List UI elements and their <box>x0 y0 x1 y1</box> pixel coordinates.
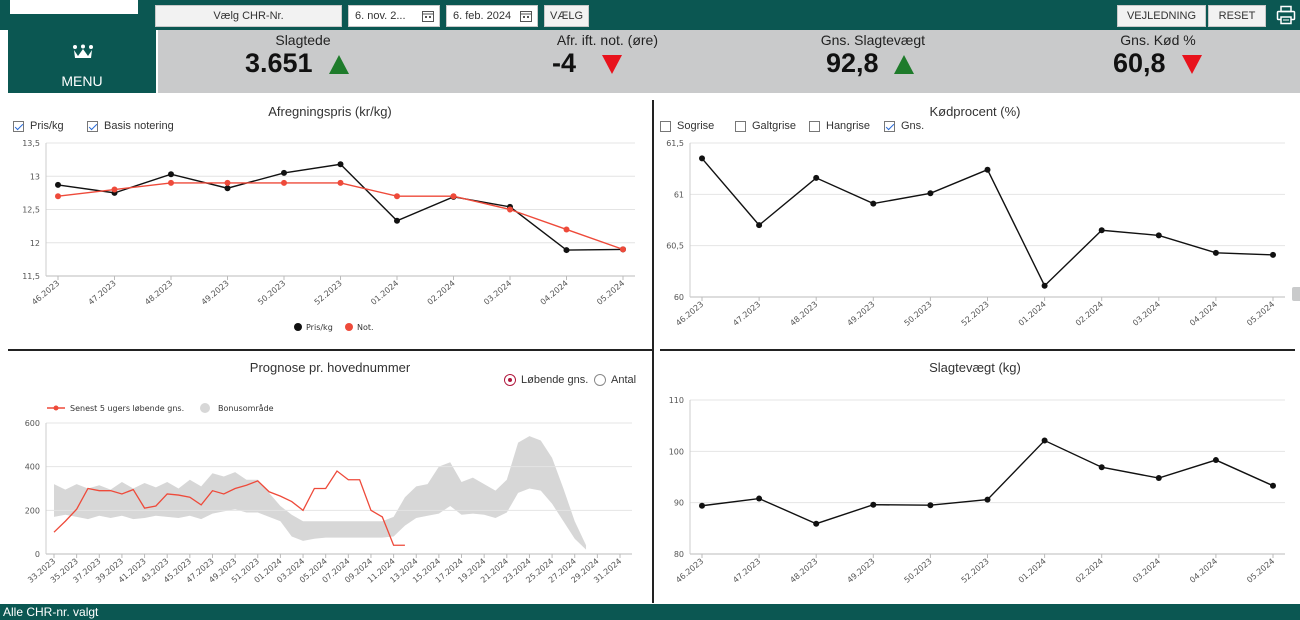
y-tick-label: 11,5 <box>22 272 40 281</box>
y-tick-label: 13 <box>30 172 40 181</box>
x-tick-label: 49.2023 <box>200 279 231 307</box>
y-tick-label: 13,5 <box>22 139 40 148</box>
x-tick-label: 01.2024 <box>369 279 400 307</box>
forecast-panel: Prognose pr. hovednummer Løbende gns. An… <box>8 352 652 602</box>
y-tick-label: 12,5 <box>22 206 40 215</box>
data-point <box>507 206 513 213</box>
legend-label: Not. <box>357 323 374 332</box>
x-tick-label: 03.2024 <box>482 279 513 307</box>
data-point <box>563 226 570 233</box>
checkbox-icon[interactable] <box>735 120 746 132</box>
x-tick-label: 46.2023 <box>30 279 61 307</box>
radio-label: Løbende gns. <box>521 374 589 386</box>
data-point <box>281 169 287 176</box>
checkbox-label: Sogrise <box>677 120 715 132</box>
legend-marker <box>294 323 302 331</box>
radio-count[interactable]: Antal <box>594 374 636 386</box>
data-point <box>563 247 570 254</box>
status-bar: Alle CHR-nr. valgt <box>0 604 1300 620</box>
series-line <box>57 182 624 251</box>
data-point <box>394 217 400 224</box>
legend-label: Pris/kg <box>306 323 333 332</box>
radio-label: Antal <box>611 374 637 386</box>
data-point <box>168 179 174 186</box>
data-point <box>55 181 61 188</box>
radio-icon[interactable] <box>504 374 516 386</box>
checkbox-boars[interactable]: Hangrise <box>809 120 870 132</box>
status-text: Alle CHR-nr. valgt <box>3 605 99 619</box>
data-point <box>55 193 61 200</box>
y-tick-label: 12 <box>30 239 40 248</box>
checkbox-label: Galtgrise <box>752 120 797 132</box>
x-tick-label: 02.2024 <box>426 279 457 307</box>
checkbox-icon[interactable] <box>809 120 820 132</box>
data-point <box>337 161 344 168</box>
radio-icon[interactable] <box>594 374 606 386</box>
weight-panel: Slagtevægt (kg) <box>655 352 1295 602</box>
series-line <box>57 163 624 251</box>
data-point <box>450 193 457 200</box>
legend-marker <box>345 323 353 331</box>
data-point <box>281 179 287 186</box>
data-point <box>111 186 118 193</box>
x-tick-label: 04.2024 <box>539 279 570 307</box>
x-tick-label: 50.2023 <box>256 279 287 307</box>
checkbox-icon[interactable] <box>660 120 671 132</box>
data-point <box>168 171 174 178</box>
checkbox-label: Hangrise <box>826 120 871 132</box>
panel-title: Kødprocent (%) <box>929 104 1021 119</box>
data-point <box>224 185 231 192</box>
x-tick-label: 05.2024 <box>595 279 626 307</box>
checkbox-sows[interactable]: Sogrise <box>660 120 714 132</box>
checkbox-icon[interactable] <box>884 120 895 132</box>
checkbox-average[interactable]: Gns. <box>884 120 924 132</box>
x-tick-label: 48.2023 <box>143 279 174 307</box>
data-point <box>620 246 626 253</box>
radio-running-average[interactable]: Løbende gns. <box>504 374 588 386</box>
checkbox-label: Gns. <box>901 120 925 132</box>
checkbox-barrows[interactable]: Galtgrise <box>735 120 796 132</box>
data-point <box>337 179 344 186</box>
data-point <box>394 193 400 200</box>
panel-title: Slagtevægt (kg) <box>929 360 1021 375</box>
meat-panel: Kødprocent (%) Sogrise Galtgrise Hangris… <box>655 100 1295 348</box>
x-tick-label: 47.2023 <box>87 279 118 307</box>
x-tick-label: 52.2023 <box>313 279 344 307</box>
panel-title: Prognose pr. hovednummer <box>249 360 411 375</box>
data-point <box>224 179 231 186</box>
